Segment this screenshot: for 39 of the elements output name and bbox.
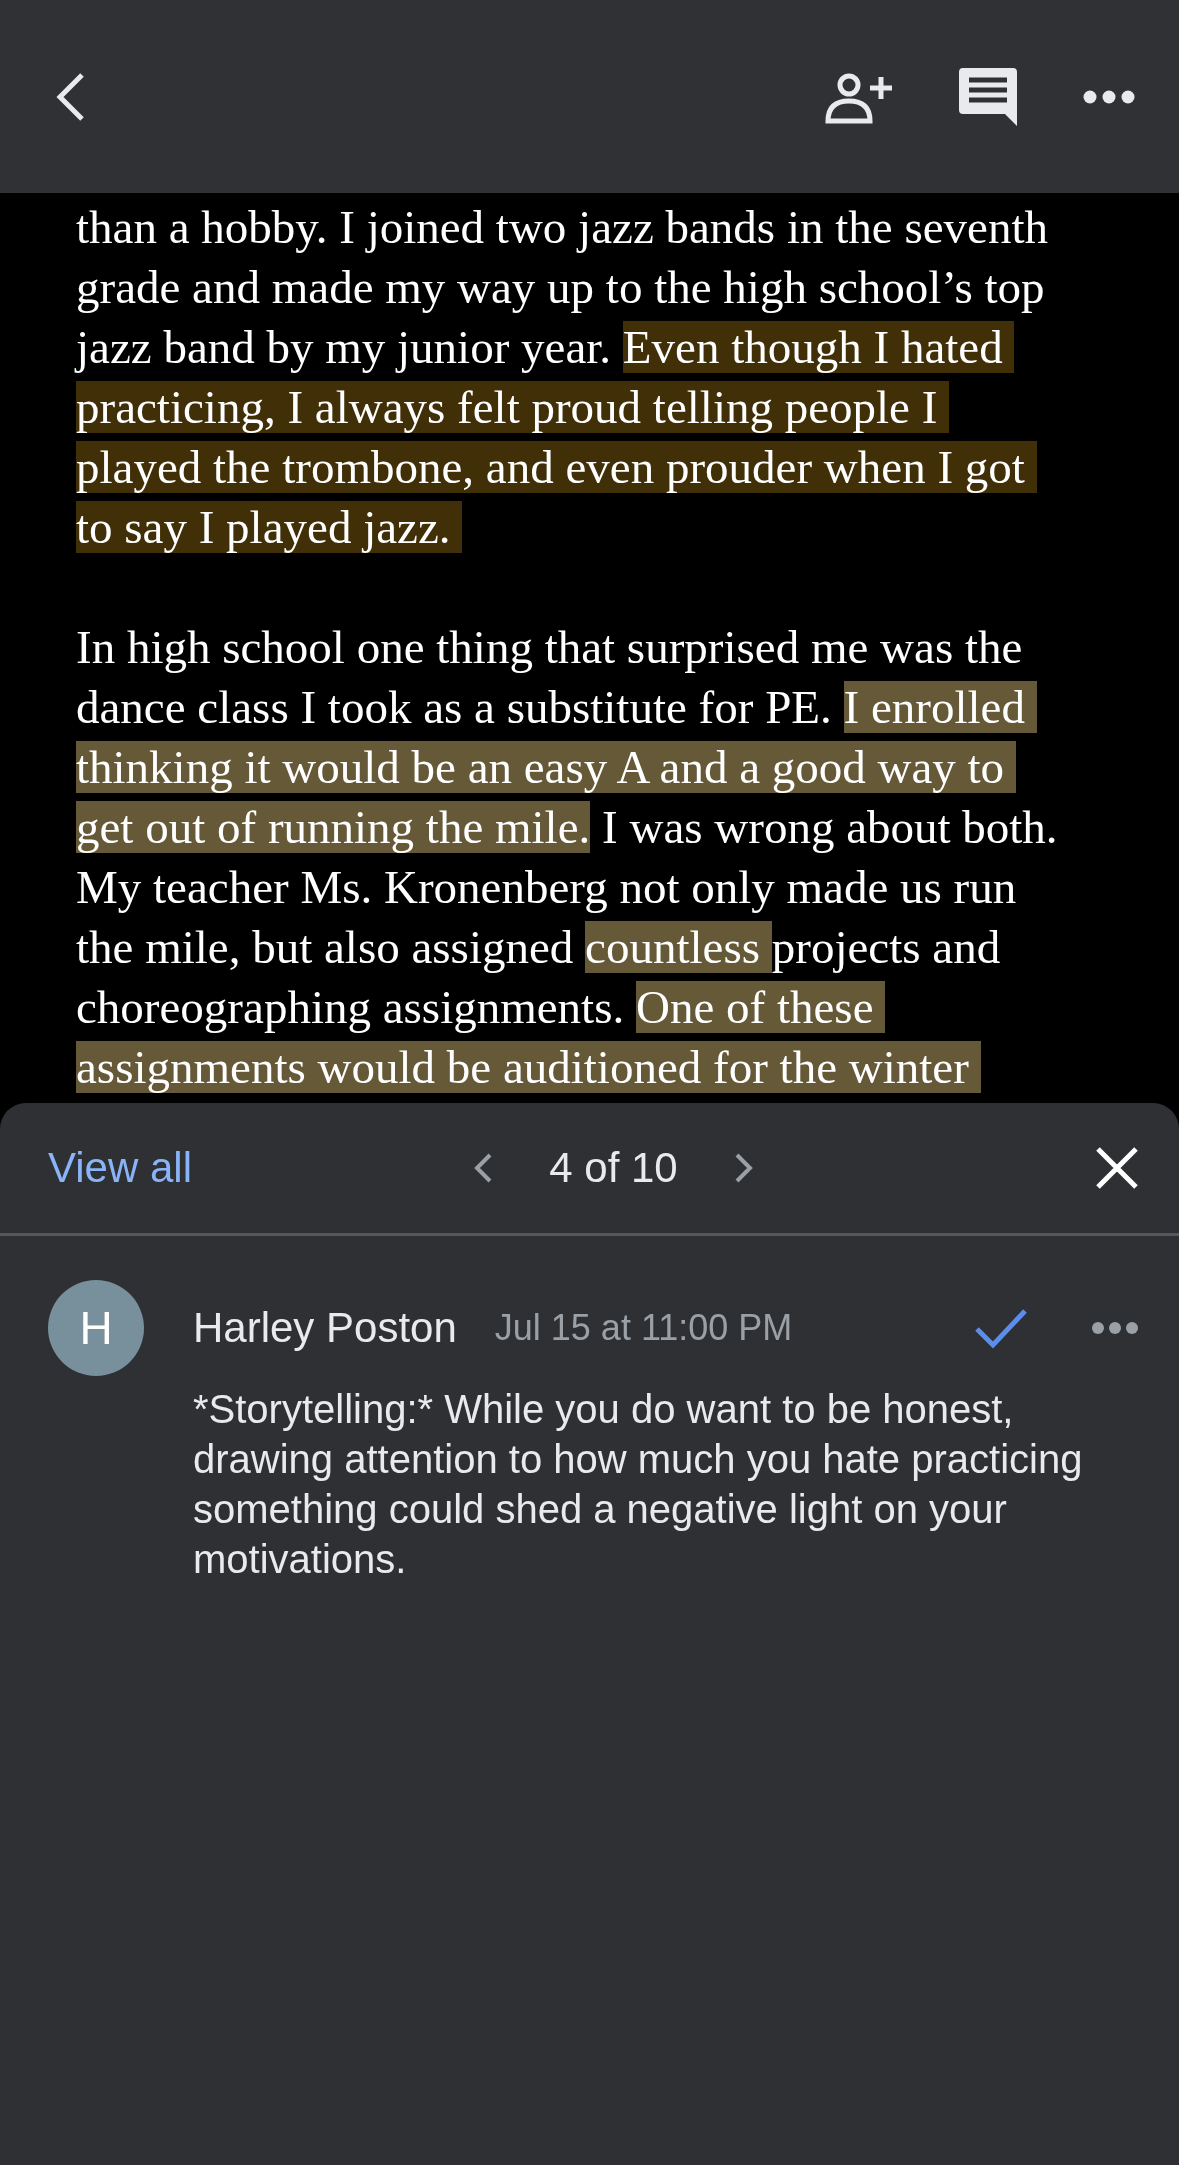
highlighted-text[interactable]: I enrolled xyxy=(843,681,1037,733)
document-text: grade and made my way up to the high school’s top xyxy=(76,261,1045,313)
document-text: the mile, but also assigned xyxy=(76,921,575,973)
close-icon xyxy=(1095,1146,1139,1190)
chevron-right-icon xyxy=(733,1152,754,1184)
highlighted-text[interactable]: countless xyxy=(585,921,772,973)
highlighted-text[interactable]: played the trombone, and even prouder when I got xyxy=(76,441,1037,493)
document-text: In high school one thing that surprised me was the xyxy=(76,621,1023,673)
comment-more-button[interactable] xyxy=(1091,1321,1139,1335)
more-icon xyxy=(1091,1321,1139,1335)
highlighted-text[interactable]: thinking it would be an easy A and a good way to xyxy=(76,741,1016,793)
document-text: My teacher Ms. Kronenberg not only made us run xyxy=(76,861,1017,913)
comments-button[interactable] xyxy=(957,65,1019,128)
comment-text: *Storytelling:* While you do want to be honest, drawing attention to how much you hate practicing something could shed a negative light on your motivations. xyxy=(193,1386,1084,1583)
document-text: I was wrong about both. xyxy=(601,801,1058,853)
highlighted-text[interactable]: get out of running the mile. xyxy=(76,801,591,853)
document-text: jazz band by my junior year. xyxy=(76,321,613,373)
highlighted-text[interactable]: assignments would be auditioned for the winter xyxy=(76,1041,981,1093)
view-all-link[interactable]: View all xyxy=(48,1144,192,1192)
resolve-check-button[interactable] xyxy=(973,1307,1029,1349)
highlighted-text[interactable]: One of these xyxy=(635,981,886,1033)
previous-button[interactable] xyxy=(473,1152,494,1184)
comment-icon xyxy=(957,65,1019,128)
highlighted-text[interactable]: practicing, I always felt proud telling people I xyxy=(76,381,950,433)
close-button[interactable] xyxy=(1095,1146,1139,1190)
comment-counter: 4 of 10 xyxy=(549,1144,678,1192)
next-button[interactable] xyxy=(733,1152,754,1184)
comment-time: Jul 15 at 11:00 PM xyxy=(494,1307,793,1349)
document-text: projects and xyxy=(771,921,1001,973)
more-button[interactable] xyxy=(1083,89,1135,104)
document-text: choreographing assignments. xyxy=(76,981,626,1033)
highlighted-text[interactable]: Even though I hated xyxy=(622,321,1015,373)
author-name: Harley Poston xyxy=(193,1304,457,1352)
more-icon xyxy=(1083,89,1135,104)
chevron-left-icon xyxy=(473,1152,494,1184)
highlighted-text[interactable]: to say I played jazz. xyxy=(76,501,463,553)
document-text: than a hobby. I joined two jazz bands in the seventh xyxy=(76,201,1048,253)
avatar: H xyxy=(48,1280,144,1376)
document-text: dance class I took as a substitute for PE. xyxy=(76,681,833,733)
